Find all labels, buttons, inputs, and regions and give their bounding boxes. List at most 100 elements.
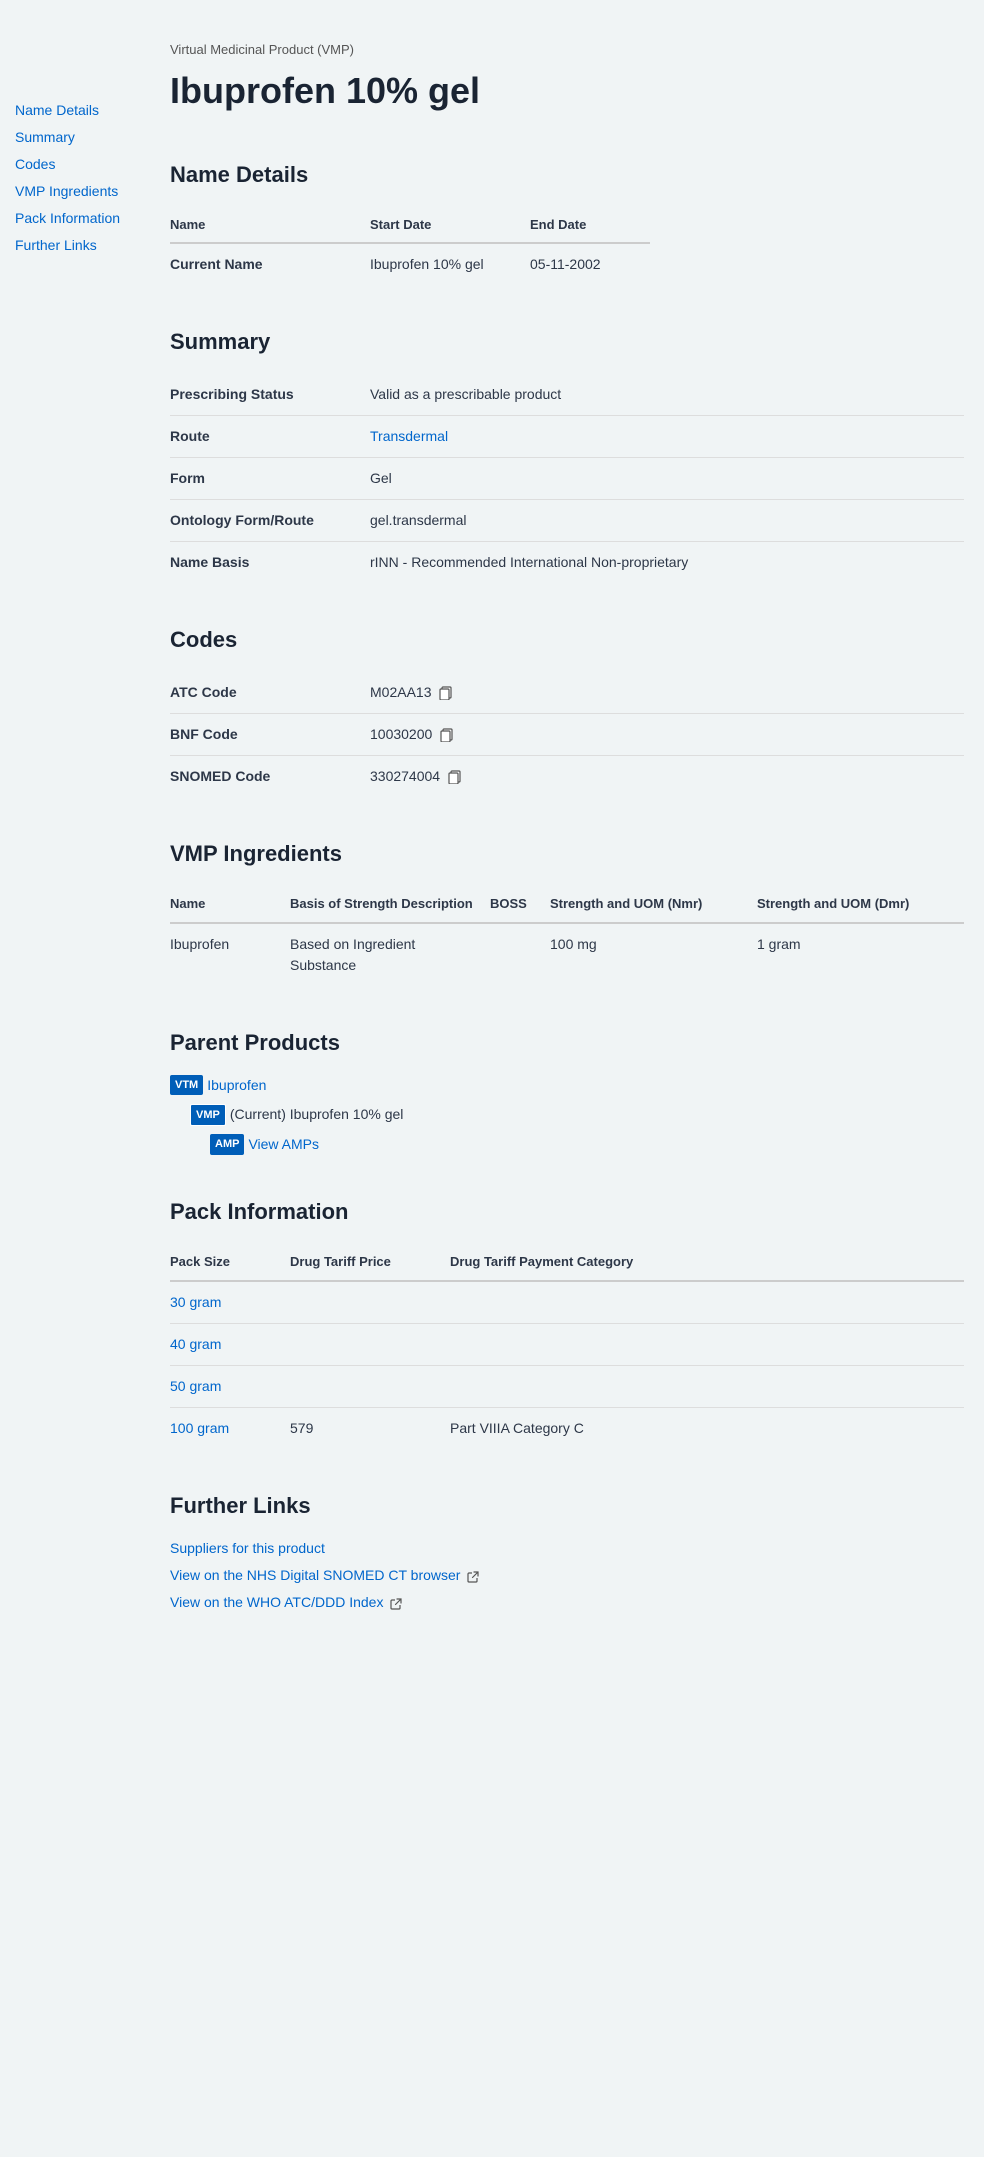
current-name-value: Ibuprofen 10% gel xyxy=(370,243,530,285)
snomed-copy-icon[interactable] xyxy=(448,769,464,785)
table-row: Route Transdermal xyxy=(170,416,964,458)
form-value: Gel xyxy=(370,458,964,500)
summary-section: Summary Prescribing Status Valid as a pr… xyxy=(170,325,964,583)
name-details-table: Name Start Date End Date Current Name Ib… xyxy=(170,207,964,286)
atcddd-link[interactable]: View on the WHO ATC/DDD Index xyxy=(170,1594,383,1610)
table-row: Form Gel xyxy=(170,458,964,500)
form-label: Form xyxy=(170,458,370,500)
vmp-ingredients-table: Name Basis of Strength Description BOSS … xyxy=(170,886,964,986)
further-links-section: Further Links Suppliers for this product… xyxy=(170,1489,964,1613)
parent-amp-line: AMP View AMPs xyxy=(210,1134,964,1155)
pack-price-30 xyxy=(290,1281,450,1324)
ingredient-boss xyxy=(490,923,550,986)
snomed-code-value: 330274004 xyxy=(370,756,964,798)
ingredient-dmr: 1 gram xyxy=(757,923,964,986)
table-row: BNF Code 10030200 xyxy=(170,714,964,756)
bnf-copy-icon[interactable] xyxy=(440,727,456,743)
pack-col-size: Pack Size xyxy=(170,1244,290,1281)
pack-price-50 xyxy=(290,1365,450,1407)
table-row: ATC Code M02AA13 xyxy=(170,672,964,714)
vmp-col-dmr: Strength and UOM (Dmr) xyxy=(757,886,964,923)
parent-products-section: Parent Products VTM Ibuprofen VMP (Curre… xyxy=(170,1026,964,1156)
table-row: 30 gram xyxy=(170,1281,964,1324)
atc-code-value: M02AA13 xyxy=(370,672,964,714)
sidebar-item-name-details[interactable]: Name Details xyxy=(15,100,150,121)
bnf-code-value: 10030200 xyxy=(370,714,964,756)
pack-100-link[interactable]: 100 gram xyxy=(170,1420,229,1436)
amp-link[interactable]: View AMPs xyxy=(248,1134,319,1155)
pack-40-link[interactable]: 40 gram xyxy=(170,1336,221,1352)
vmp-col-nmr: Strength and UOM (Nmr) xyxy=(550,886,757,923)
pack-size-30: 30 gram xyxy=(170,1281,290,1324)
pack-30-link[interactable]: 30 gram xyxy=(170,1294,221,1310)
table-row: 50 gram xyxy=(170,1365,964,1407)
pack-size-50: 50 gram xyxy=(170,1365,290,1407)
vmp-ingredients-title: VMP Ingredients xyxy=(170,837,964,870)
parent-vmp-line: VMP (Current) Ibuprofen 10% gel xyxy=(190,1104,964,1127)
name-basis-label: Name Basis xyxy=(170,542,370,584)
vtm-link[interactable]: Ibuprofen xyxy=(207,1075,266,1096)
sidebar-item-pack-information[interactable]: Pack Information xyxy=(15,208,150,229)
current-name-label: Current Name xyxy=(170,243,370,285)
pack-price-40 xyxy=(290,1323,450,1365)
current-name-end-date xyxy=(650,243,964,285)
vtm-badge: VTM xyxy=(170,1075,203,1096)
vmp-col-name: Name xyxy=(170,886,290,923)
page-header: Virtual Medicinal Product (VMP) Ibuprofe… xyxy=(170,40,964,118)
page-subtitle: Virtual Medicinal Product (VMP) xyxy=(170,40,964,60)
vmp-ingredients-section: VMP Ingredients Name Basis of Strength D… xyxy=(170,837,964,986)
sidebar-item-further-links[interactable]: Further Links xyxy=(15,235,150,256)
vmp-col-basis: Basis of Strength Description xyxy=(290,886,490,923)
codes-title: Codes xyxy=(170,623,964,656)
pack-information-table: Pack Size Drug Tariff Price Drug Tariff … xyxy=(170,1244,964,1449)
pack-category-30 xyxy=(450,1281,964,1324)
further-link-suppliers: Suppliers for this product xyxy=(170,1538,964,1559)
table-row: 100 gram 579 Part VIIIA Category C xyxy=(170,1407,964,1449)
external-icon-atcddd xyxy=(390,1598,402,1610)
table-row: 40 gram xyxy=(170,1323,964,1365)
codes-table: ATC Code M02AA13 BNF Cod xyxy=(170,672,964,797)
sidebar-item-summary[interactable]: Summary xyxy=(15,127,150,148)
atc-copy-icon[interactable] xyxy=(439,685,455,701)
pack-size-100: 100 gram xyxy=(170,1407,290,1449)
pack-size-40: 40 gram xyxy=(170,1323,290,1365)
suppliers-link[interactable]: Suppliers for this product xyxy=(170,1540,325,1556)
vmp-col-boss: BOSS xyxy=(490,886,550,923)
sidebar-item-codes[interactable]: Codes xyxy=(15,154,150,175)
route-value: Transdermal xyxy=(370,416,964,458)
pack-category-50 xyxy=(450,1365,964,1407)
name-details-col-start: Start Date xyxy=(370,207,530,244)
vmp-label: (Current) Ibuprofen 10% gel xyxy=(230,1104,404,1125)
name-details-col-name: Name xyxy=(170,207,370,244)
parent-products-list: VTM Ibuprofen VMP (Current) Ibuprofen 10… xyxy=(170,1075,964,1156)
snomed-browser-link[interactable]: View on the NHS Digital SNOMED CT browse… xyxy=(170,1567,460,1583)
table-row: SNOMED Code 330274004 xyxy=(170,756,964,798)
route-link[interactable]: Transdermal xyxy=(370,428,448,444)
ontology-form-label: Ontology Form/Route xyxy=(170,500,370,542)
codes-section: Codes ATC Code M02AA13 xyxy=(170,623,964,797)
pack-50-link[interactable]: 50 gram xyxy=(170,1378,221,1394)
bnf-code-label: BNF Code xyxy=(170,714,370,756)
parent-products-title: Parent Products xyxy=(170,1026,964,1059)
pack-category-40 xyxy=(450,1323,964,1365)
name-details-title: Name Details xyxy=(170,158,964,191)
pack-col-price: Drug Tariff Price xyxy=(290,1244,450,1281)
ontology-form-value: gel.transdermal xyxy=(370,500,964,542)
ingredient-nmr: 100 mg xyxy=(550,923,757,986)
pack-price-100: 579 xyxy=(290,1407,450,1449)
summary-title: Summary xyxy=(170,325,964,358)
name-details-col-end: End Date xyxy=(530,207,650,244)
sidebar-item-vmp-ingredients[interactable]: VMP Ingredients xyxy=(15,181,150,202)
further-link-atcddd: View on the WHO ATC/DDD Index xyxy=(170,1592,964,1613)
page-title: Ibuprofen 10% gel xyxy=(170,64,964,118)
amp-badge: AMP xyxy=(210,1134,244,1155)
snomed-code-label: SNOMED Code xyxy=(170,756,370,798)
pack-col-category: Drug Tariff Payment Category xyxy=(450,1244,964,1281)
prescribing-status-value: Valid as a prescribable product xyxy=(370,374,964,416)
name-basis-value: rINN - Recommended International Non-pro… xyxy=(370,542,964,584)
table-row: Current Name Ibuprofen 10% gel 05-11-200… xyxy=(170,243,964,285)
vmp-badge: VMP xyxy=(190,1104,226,1127)
table-row: Ibuprofen Based on Ingredient Substance … xyxy=(170,923,964,986)
external-icon-snomed xyxy=(467,1571,479,1583)
ingredient-name: Ibuprofen xyxy=(170,923,290,986)
